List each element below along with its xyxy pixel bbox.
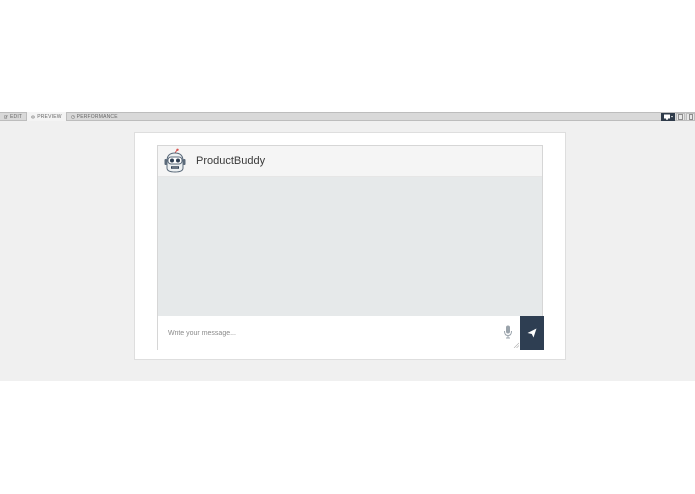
device-desktop-button[interactable]	[661, 112, 675, 121]
tab-performance-label: PERFORMANCE	[76, 113, 118, 120]
preview-stage: ProductBuddy	[0, 121, 695, 381]
device-mobile-button[interactable]	[686, 112, 695, 121]
microphone-icon[interactable]	[503, 325, 513, 339]
editor-toolbar: EDIT PREVIEW PERFORMANCE	[0, 112, 695, 122]
message-input[interactable]	[158, 316, 520, 350]
tablet-icon	[678, 113, 683, 120]
bot-name: ProductBuddy	[196, 155, 266, 167]
tab-preview-label: PREVIEW	[37, 114, 62, 120]
robot-avatar-icon	[164, 148, 186, 173]
mobile-icon	[688, 113, 693, 120]
send-button[interactable]	[520, 316, 544, 350]
device-switcher	[661, 112, 695, 121]
message-composer	[158, 316, 544, 350]
desktop-icon	[664, 114, 673, 120]
chat-widget: ProductBuddy	[157, 145, 544, 350]
resize-grip-icon[interactable]	[513, 342, 519, 348]
eye-icon	[31, 115, 36, 119]
send-icon	[527, 328, 537, 338]
message-area[interactable]	[158, 177, 542, 316]
tab-edit[interactable]: EDIT	[0, 113, 26, 120]
preview-card: ProductBuddy	[134, 132, 566, 360]
tab-performance[interactable]: PERFORMANCE	[67, 113, 122, 120]
edit-icon	[4, 114, 8, 118]
tab-edit-label: EDIT	[10, 113, 23, 120]
device-tablet-button[interactable]	[676, 112, 685, 121]
chat-header: ProductBuddy	[158, 146, 542, 177]
gauge-icon	[70, 114, 75, 119]
